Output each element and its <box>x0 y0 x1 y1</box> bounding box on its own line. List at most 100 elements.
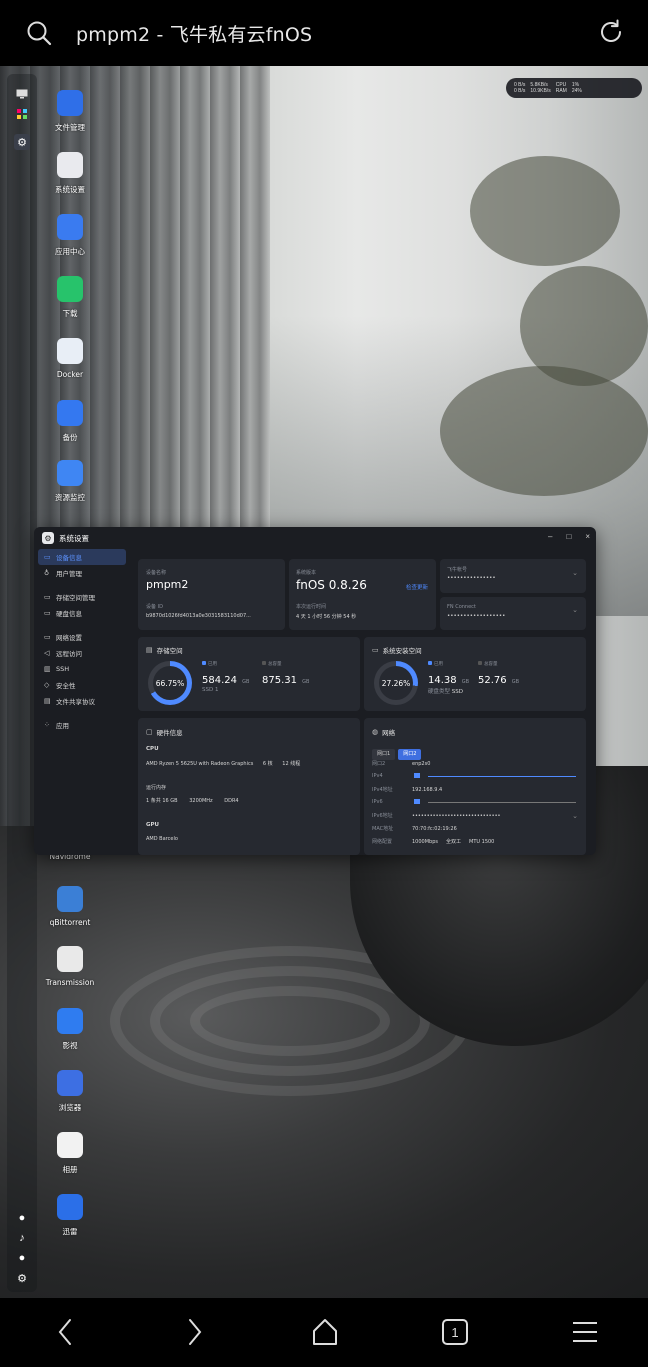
sidebar-item-label: 文件共享协议 <box>56 698 95 706</box>
disk-icon: ▭ <box>372 646 379 654</box>
home-icon[interactable] <box>308 1315 342 1349</box>
remote-icon: ◁ <box>44 649 50 657</box>
mem-speed: 3200MHz <box>189 798 213 804</box>
fn-connect-card[interactable]: FN Connect •••••••••••••••••• ⌄ <box>440 597 586 630</box>
maximize-icon[interactable]: □ <box>566 532 571 541</box>
tabs-icon[interactable]: 1 <box>438 1315 472 1349</box>
fn-account-card[interactable]: 飞牛帐号 ••••••••••••••• ⌄ <box>440 559 586 593</box>
desktop-app[interactable]: 相册 <box>42 1132 98 1175</box>
status-icon[interactable]: ● <box>14 1210 30 1226</box>
folder-icon <box>57 90 83 116</box>
tab-count: 1 <box>451 1324 459 1340</box>
bell-icon[interactable]: ♪ <box>14 1230 30 1246</box>
gear-icon[interactable]: ⚙ <box>14 1270 30 1286</box>
desktop-app[interactable]: qBittorrent <box>42 886 98 927</box>
desktop-app[interactable]: Transmission <box>42 946 98 987</box>
ipv6-topology-line <box>428 802 576 803</box>
storage-total: 875.31 <box>262 675 297 686</box>
desktop-icon[interactable] <box>14 86 30 102</box>
system-monitor-widget[interactable]: 0 B/s 0 B/s 5.8KB/s 10.9KB/s CPU RAM 1% 24% <box>506 78 642 98</box>
desktop-app-label: qBittorrent <box>49 918 91 927</box>
desktop-app-label: 下载 <box>62 309 78 318</box>
account-label: 飞牛帐号 <box>447 567 468 573</box>
desktop-app[interactable]: 应用中心 <box>42 214 98 257</box>
ipv6-label: IPv6 <box>372 799 383 805</box>
sidebar-item[interactable]: ▤ 文件共享协议 <box>38 693 126 709</box>
sidebar-item[interactable]: ▭ 硬盘信息 <box>38 605 126 621</box>
reload-icon[interactable] <box>596 17 626 47</box>
system-version: fnOS 0.8.26 <box>296 578 367 592</box>
page-title-url[interactable]: pmpm2 - 飞牛私有云fnOS <box>76 20 312 47</box>
mac-addr: 70:70:fc:02:19:26 <box>412 826 457 832</box>
wallpaper-tree <box>440 366 648 496</box>
chevron-down-icon[interactable]: ⌄ <box>572 812 578 820</box>
sidebar-item[interactable]: ▭ 设备信息 <box>38 549 126 565</box>
settings-app-icon[interactable]: ⚙ <box>14 134 30 150</box>
gpu-label: GPU <box>146 822 160 828</box>
monitor-net-down: 10.9KB/s <box>530 88 551 94</box>
nic-icon <box>413 773 420 778</box>
browser-address-bar: pmpm2 - 飞牛私有云fnOS <box>0 0 648 66</box>
apps-grid-icon[interactable] <box>14 106 30 122</box>
desktop-app[interactable]: 文件管理 <box>42 90 98 133</box>
device-name-label: 设备名称 <box>146 570 167 576</box>
tab-port-2[interactable]: 网口2 <box>398 749 422 760</box>
forward-icon[interactable] <box>178 1315 212 1349</box>
sidebar-item[interactable]: ▥ SSH <box>38 661 126 677</box>
hardware-card: ▢ 硬件信息 CPU AMD Ryzen 5 5625U with Radeon … <box>138 718 360 855</box>
ipv4-addr: 192.168.9.4 <box>412 787 443 793</box>
minimize-icon[interactable]: – <box>548 532 552 541</box>
connect-label: FN Connect <box>447 604 476 610</box>
desktop-app[interactable]: 资源监控 <box>42 460 98 503</box>
sidebar-item[interactable]: ▭ 网络设置 <box>38 629 126 645</box>
desktop-app[interactable]: 系统设置 <box>42 152 98 195</box>
sidebar-item[interactable]: ◇ 安全性 <box>38 677 126 693</box>
mem-label: 运行内存 <box>146 785 167 791</box>
storage-card[interactable]: ▤ 存储空间 66.75% 已用 584.24 GB 总容量 875.31 GB … <box>138 637 360 711</box>
device-name: pmpm2 <box>146 578 189 591</box>
ipv6-addr-label: IPv6地址 <box>372 813 393 819</box>
storage-ssd: SSD 1 <box>202 687 219 693</box>
sidebar-item[interactable]: ♁ 用户管理 <box>38 565 126 581</box>
desktop-app-label: 系统设置 <box>55 185 85 194</box>
thunder-icon <box>57 1194 83 1220</box>
close-icon[interactable]: × <box>585 532 590 541</box>
check-update-link[interactable]: 检查更新 <box>406 583 428 591</box>
share-icon: ▤ <box>44 697 51 705</box>
desktop-app[interactable]: Docker <box>42 338 98 379</box>
sidebar-item-label: 存储空间管理 <box>56 594 95 602</box>
desktop-app-label: 文件管理 <box>55 123 85 132</box>
wallpaper-ring <box>190 986 390 1056</box>
speed-label: 网络配置 <box>372 839 393 845</box>
back-icon[interactable] <box>48 1315 82 1349</box>
window-titlebar[interactable]: ⚙ 系统设置 <box>34 527 596 549</box>
desktop-app[interactable]: 迅雷 <box>42 1194 98 1237</box>
desktop-app[interactable]: 下载 <box>42 276 98 319</box>
photos-icon <box>57 1132 83 1158</box>
user-icon[interactable]: ● <box>14 1250 30 1266</box>
transmission-icon <box>57 946 83 972</box>
wallpaper-tree <box>470 156 620 266</box>
menu-icon[interactable] <box>568 1315 602 1349</box>
sidebar-item[interactable]: ◁ 远程访问 <box>38 645 126 661</box>
chevron-down-icon[interactable]: ⌄ <box>572 569 578 577</box>
tab-port-1[interactable]: 网口1 <box>372 749 396 760</box>
hardware-title: 硬件信息 <box>156 729 183 737</box>
search-icon[interactable] <box>26 20 52 46</box>
sidebar-item[interactable]: ⁘ 应用 <box>38 717 126 733</box>
chevron-down-icon[interactable]: ⌄ <box>572 606 578 614</box>
version-label: 系统版本 <box>296 570 317 576</box>
system-disk-card[interactable]: ▭ 系统安装空间 27.26% 已用 14.38 GB 总容量 52.76 GB … <box>364 637 586 711</box>
ipv4-topology-line <box>428 776 576 777</box>
monitor-icon <box>57 460 83 486</box>
mtu: MTU 1500 <box>469 839 495 845</box>
ipv4-label: IPv4 <box>372 773 383 779</box>
desktop-app[interactable]: 影视 <box>42 1008 98 1051</box>
uptime-label: 本次运行时间 <box>296 604 327 610</box>
desktop-app[interactable]: 浏览器 <box>42 1070 98 1113</box>
connect-value: •••••••••••••••••• <box>447 613 506 619</box>
desktop-app[interactable]: 备份 <box>42 400 98 443</box>
sidebar-item[interactable]: ▭ 存储空间管理 <box>38 589 126 605</box>
system-disk-donut: 27.26% <box>374 661 418 705</box>
disk-icon: ▭ <box>44 609 51 617</box>
